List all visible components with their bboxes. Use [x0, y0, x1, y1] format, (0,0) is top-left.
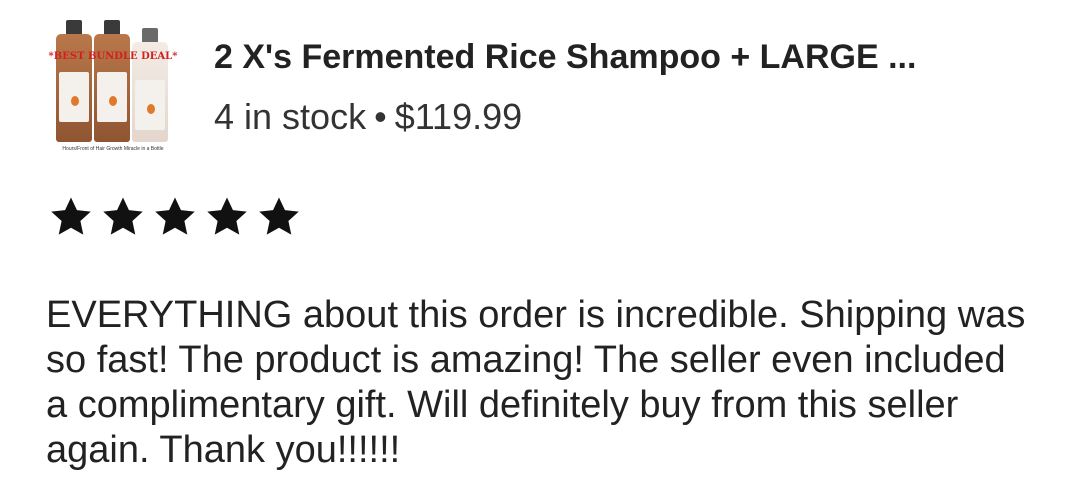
bottle-label [135, 80, 165, 130]
star-icon [48, 194, 100, 246]
bundle-deal-badge: *BEST BUNDLE DEAL* [48, 51, 178, 62]
review-text: EVERYTHING about this order is incredibl… [46, 294, 1026, 471]
product-thumbnail[interactable]: *BEST BUNDLE DEAL* Hours/Front of Hair G… [44, 18, 182, 154]
product-price: $119.99 [394, 96, 523, 137]
thumbnail-caption: Hours/Front of Hair Growth Miracle in a … [62, 146, 164, 152]
bottle-label [97, 72, 127, 122]
drop-icon [147, 104, 155, 114]
bottle-cap [104, 20, 120, 34]
bottle-label [59, 72, 89, 122]
stock-count: 4 in stock [214, 96, 367, 137]
meta-separator: • [374, 96, 387, 137]
product-summary[interactable]: *BEST BUNDLE DEAL* Hours/Front of Hair G… [44, 18, 1054, 158]
star-icon [256, 194, 308, 246]
star-icon [100, 194, 152, 246]
bottle-cap [66, 20, 82, 34]
drop-icon [71, 96, 79, 106]
product-title[interactable]: 2 X's Fermented Rice Shampoo + LARGE ... [214, 38, 916, 77]
star-icon [152, 194, 204, 246]
drop-icon [109, 96, 117, 106]
star-rating [48, 194, 308, 254]
bottle-cap [142, 28, 158, 42]
star-icon [204, 194, 256, 246]
product-meta: 4 in stock • $119.99 [214, 96, 522, 138]
